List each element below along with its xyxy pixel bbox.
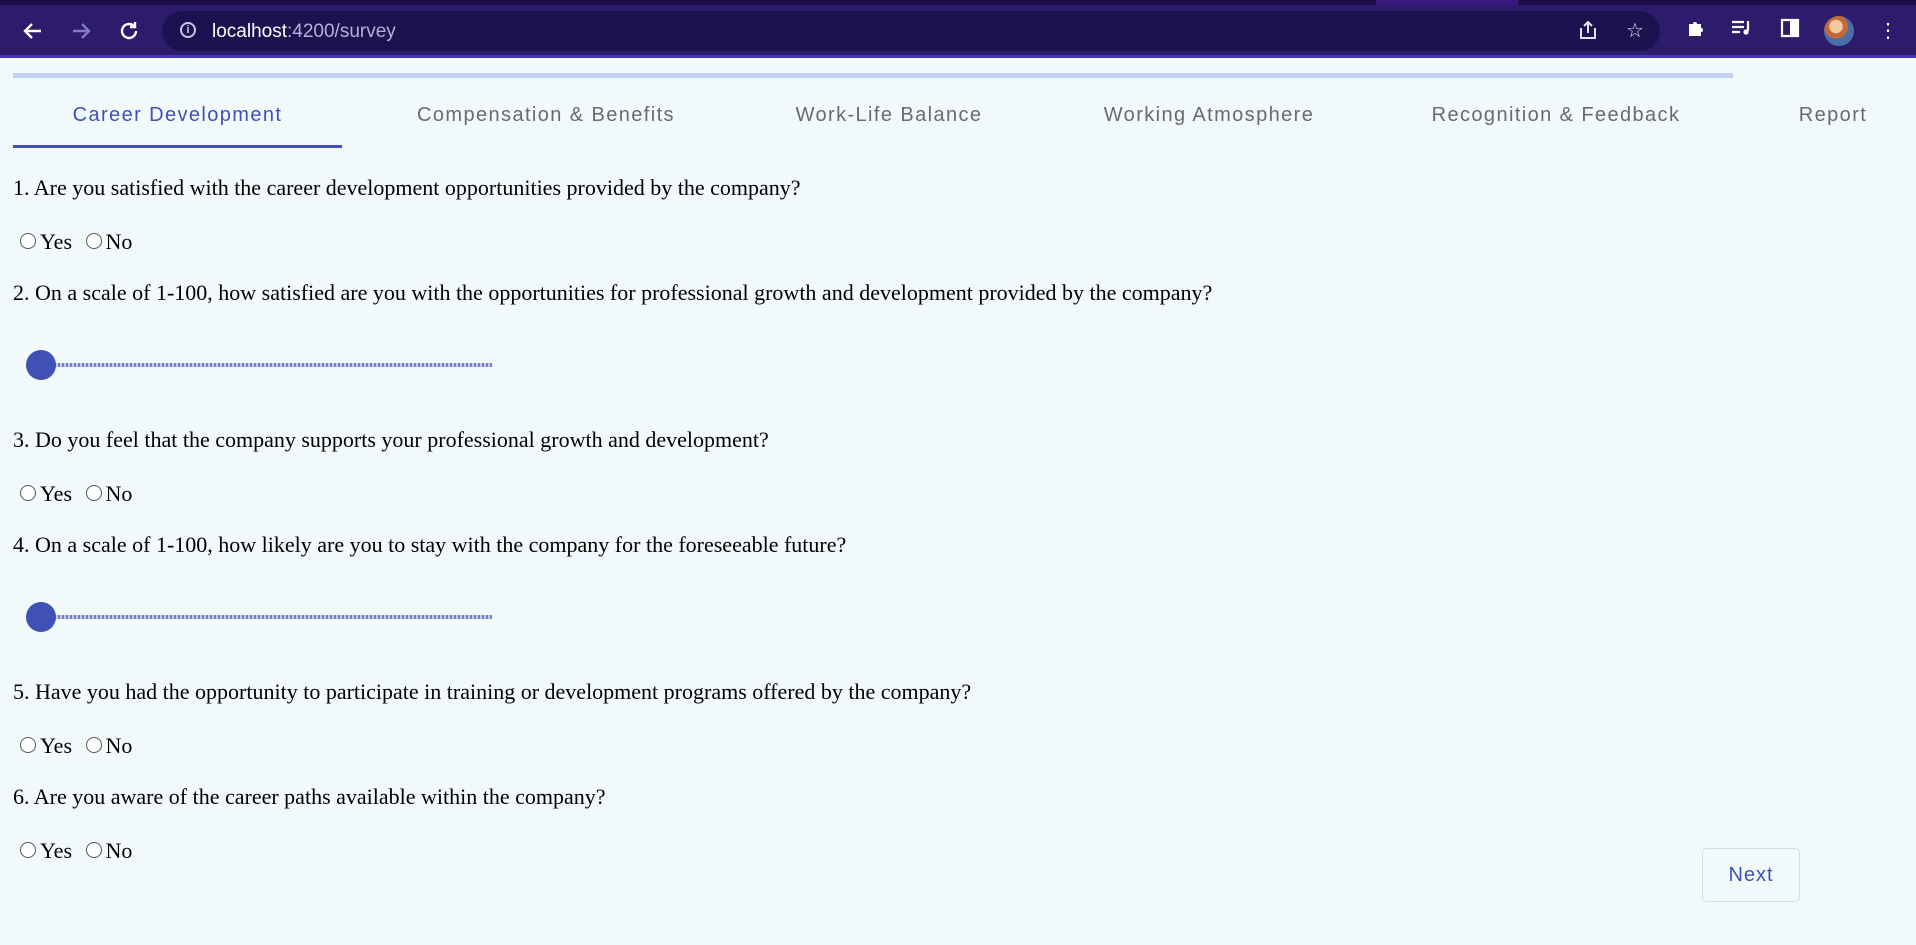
bookmark-star-icon[interactable]: ☆ (1623, 19, 1647, 43)
media-queue-icon[interactable] (1728, 17, 1756, 45)
profile-avatar[interactable] (1824, 16, 1854, 46)
url-host: localhost (212, 21, 287, 42)
more-menu-icon[interactable]: ⋮ (1874, 17, 1902, 45)
question-1: 1. Are you satisfied with the career dev… (13, 175, 801, 200)
tab-report[interactable]: Report (1773, 92, 1893, 148)
radio-yes[interactable] (20, 233, 36, 249)
site-info-icon[interactable]: i (180, 22, 196, 38)
question-6: 6. Are you aware of the career paths ava… (13, 784, 606, 809)
address-bar[interactable]: i localhost:4200/survey ☆ (162, 11, 1660, 51)
url-path: :4200/survey (287, 21, 396, 42)
question-2: 2. On a scale of 1-100, how satisfied ar… (13, 280, 1213, 305)
survey-tabs: Career Development Compensation & Benefi… (13, 92, 1916, 150)
answer-group-3: Yes No (20, 481, 132, 508)
no-option[interactable]: No (85, 481, 133, 507)
yes-label: Yes (40, 733, 73, 758)
browser-toolbar: i localhost:4200/survey ☆ ⋮ (0, 0, 1916, 58)
no-label: No (105, 733, 133, 758)
reload-icon (120, 22, 138, 40)
radio-no[interactable] (85, 485, 102, 501)
yes-label: Yes (40, 229, 73, 254)
yes-option[interactable]: Yes (20, 733, 72, 759)
slider-track[interactable] (42, 615, 492, 619)
toolbar-divider (0, 55, 1916, 58)
survey-progress-bar (13, 73, 1733, 78)
question-3: 3. Do you feel that the company supports… (13, 427, 769, 452)
slider-thumb[interactable] (26, 350, 56, 380)
tab-career-development[interactable]: Career Development (13, 92, 342, 148)
next-button[interactable]: Next (1702, 848, 1800, 902)
answer-group-5: Yes No (20, 733, 132, 760)
question-5: 5. Have you had the opportunity to parti… (13, 679, 972, 704)
arrow-right-icon (73, 23, 91, 39)
no-label: No (105, 838, 133, 863)
side-panel-icon[interactable] (1776, 17, 1804, 45)
yes-option[interactable]: Yes (20, 838, 72, 864)
radio-yes[interactable] (20, 842, 36, 858)
browser-tab[interactable] (1518, 0, 1916, 5)
tab-recognition-feedback[interactable]: Recognition & Feedback (1385, 92, 1727, 148)
share-icon[interactable] (1576, 19, 1600, 43)
no-option[interactable]: No (85, 838, 133, 864)
tab-strip (0, 0, 1916, 5)
question-4: 4. On a scale of 1-100, how likely are y… (13, 532, 847, 557)
extensions-puzzle-icon[interactable] (1682, 17, 1710, 45)
radio-no[interactable] (85, 233, 102, 249)
yes-label: Yes (40, 838, 73, 863)
no-label: No (105, 229, 133, 254)
url-text: localhost:4200/survey (212, 21, 396, 43)
stay-likelihood-slider[interactable] (26, 602, 492, 633)
tab-work-life-balance[interactable]: Work-Life Balance (744, 92, 1034, 148)
forward-button[interactable] (64, 14, 98, 48)
radio-yes[interactable] (20, 485, 36, 501)
no-label: No (105, 481, 133, 506)
yes-label: Yes (40, 481, 73, 506)
radio-no[interactable] (85, 737, 102, 753)
yes-option[interactable]: Yes (20, 229, 72, 255)
slider-track[interactable] (42, 363, 492, 367)
no-option[interactable]: No (85, 229, 133, 255)
answer-group-1: Yes No (20, 229, 132, 256)
yes-option[interactable]: Yes (20, 481, 72, 507)
tab-compensation-benefits[interactable]: Compensation & Benefits (369, 92, 723, 148)
answer-group-6: Yes No (20, 838, 132, 865)
reload-button[interactable] (112, 14, 146, 48)
satisfaction-slider[interactable] (26, 350, 492, 381)
no-option[interactable]: No (85, 733, 133, 759)
radio-yes[interactable] (20, 737, 36, 753)
radio-no[interactable] (85, 842, 102, 858)
browser-tab[interactable] (0, 0, 1376, 5)
slider-thumb[interactable] (26, 602, 56, 632)
arrow-left-icon (23, 23, 41, 39)
tab-working-atmosphere[interactable]: Working Atmosphere (1059, 92, 1359, 148)
back-button[interactable] (16, 14, 50, 48)
